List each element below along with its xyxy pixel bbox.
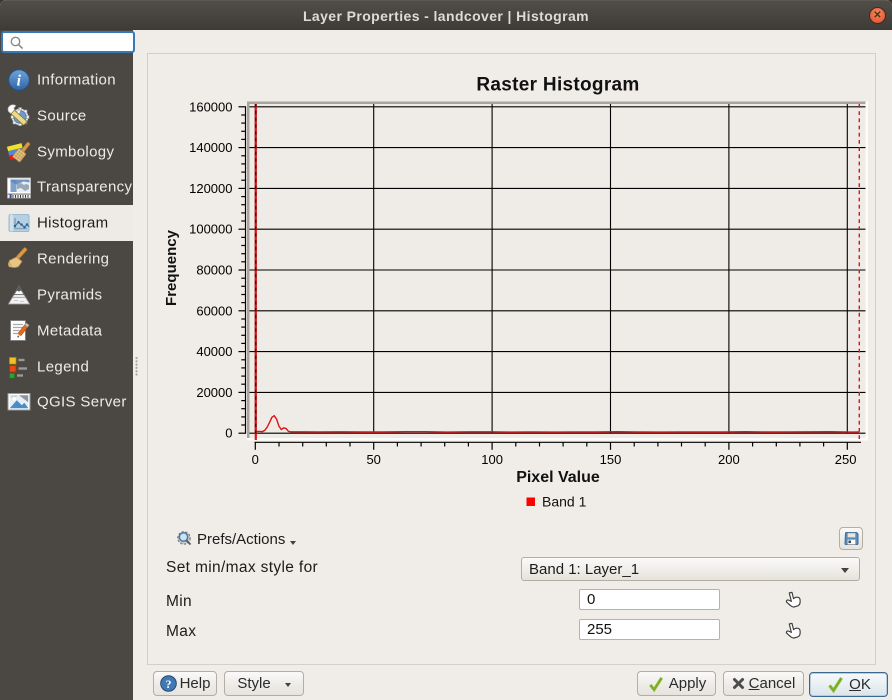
svg-text:i: i bbox=[17, 72, 22, 89]
svg-text:?: ? bbox=[165, 677, 171, 691]
